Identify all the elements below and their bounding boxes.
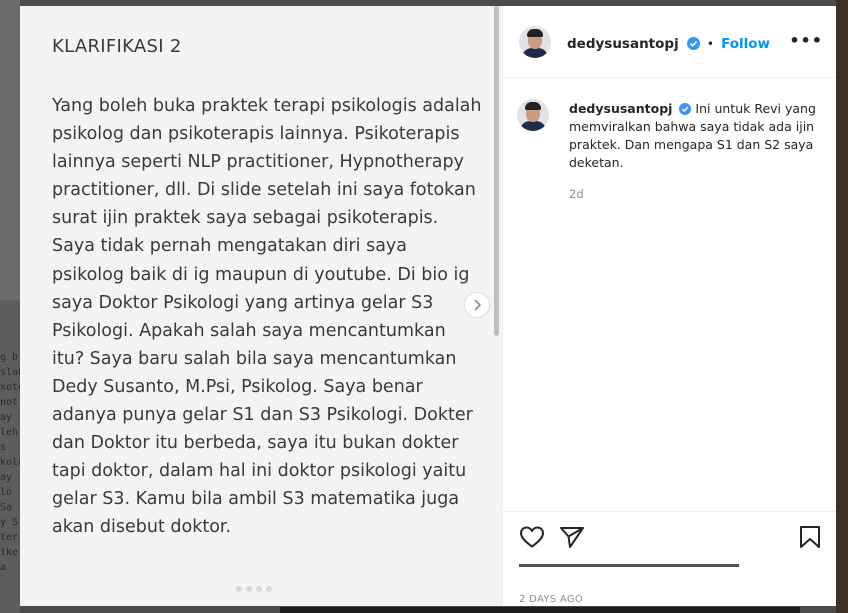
background-text-fragments: g b slah xote not ay leh s kolo ay lo Sa y S ter ike a bbox=[0, 350, 20, 610]
carousel-dot bbox=[226, 586, 232, 592]
header-separator: • bbox=[706, 37, 714, 51]
background-page-right bbox=[836, 0, 848, 613]
post-header: dedysusantopj • Follow ••• bbox=[503, 6, 836, 78]
likes-summary-cutoff bbox=[519, 557, 759, 567]
carousel-dot bbox=[246, 586, 252, 592]
carousel-dots bbox=[226, 586, 272, 592]
background-text-line: y S bbox=[0, 517, 19, 528]
avatar[interactable] bbox=[517, 99, 549, 131]
image-scrollbar[interactable] bbox=[494, 6, 499, 336]
verified-badge-icon bbox=[686, 37, 700, 50]
background-text-line: leh bbox=[0, 427, 19, 438]
post-image-title: KLARIFIKASI 2 bbox=[52, 36, 182, 57]
background-text-line: slah bbox=[0, 367, 20, 378]
header-username[interactable]: dedysusantopj bbox=[567, 36, 679, 52]
background-page-bottom bbox=[280, 607, 800, 613]
background-text-line: g b bbox=[0, 352, 19, 363]
background-text-line: a bbox=[0, 562, 7, 573]
post-image-text: Yang boleh buka praktek terapi psikologi… bbox=[52, 92, 482, 542]
post-image: KLARIFIKASI 2 Yang boleh buka praktek te… bbox=[20, 6, 502, 606]
post-text-paragraph: Saya tidak pernah mengatakan diri saya p… bbox=[52, 236, 473, 538]
carousel-dot bbox=[236, 586, 242, 592]
background-text-line: Sa bbox=[0, 502, 13, 513]
caption-text-block: dedysusantopj Ini untuk Revi yang memvir… bbox=[569, 100, 819, 172]
post-timestamp[interactable]: 2 DAYS AGO bbox=[519, 594, 583, 605]
carousel-dot bbox=[256, 586, 262, 592]
caption-username[interactable]: dedysusantopj bbox=[569, 101, 672, 116]
background-text-line: not bbox=[0, 397, 19, 408]
verified-badge-icon bbox=[679, 103, 692, 115]
next-slide-button[interactable] bbox=[465, 293, 489, 317]
post-text-paragraph: Yang boleh buka praktek terapi psikologi… bbox=[52, 96, 482, 229]
background-text-line: ay bbox=[0, 412, 13, 423]
bookmark-icon[interactable] bbox=[799, 525, 821, 549]
background-text-line: ter bbox=[0, 532, 19, 543]
post-sidebar: dedysusantopj • Follow ••• dedysusantopj bbox=[502, 6, 836, 606]
paper-plane-icon[interactable] bbox=[559, 525, 585, 549]
chevron-right-icon bbox=[474, 299, 482, 311]
heart-icon[interactable] bbox=[519, 525, 545, 549]
background-text-line: ike bbox=[0, 547, 19, 558]
avatar[interactable] bbox=[519, 26, 551, 58]
follow-button[interactable]: Follow bbox=[721, 36, 770, 52]
background-text-line: lo bbox=[0, 487, 13, 498]
background-text-line: s bbox=[0, 442, 7, 453]
more-options-icon[interactable]: ••• bbox=[789, 31, 823, 50]
post-modal: KLARIFIKASI 2 Yang boleh buka praktek te… bbox=[20, 6, 836, 606]
carousel-dot bbox=[266, 586, 272, 592]
background-text-line: kolo bbox=[0, 457, 20, 468]
background-text-line: ay bbox=[0, 472, 13, 483]
header-user-line: dedysusantopj • Follow bbox=[567, 33, 770, 52]
post-actions: 2 DAYS AGO bbox=[503, 511, 836, 606]
caption-time[interactable]: 2d bbox=[569, 187, 584, 201]
background-text-line: xote bbox=[0, 382, 20, 393]
